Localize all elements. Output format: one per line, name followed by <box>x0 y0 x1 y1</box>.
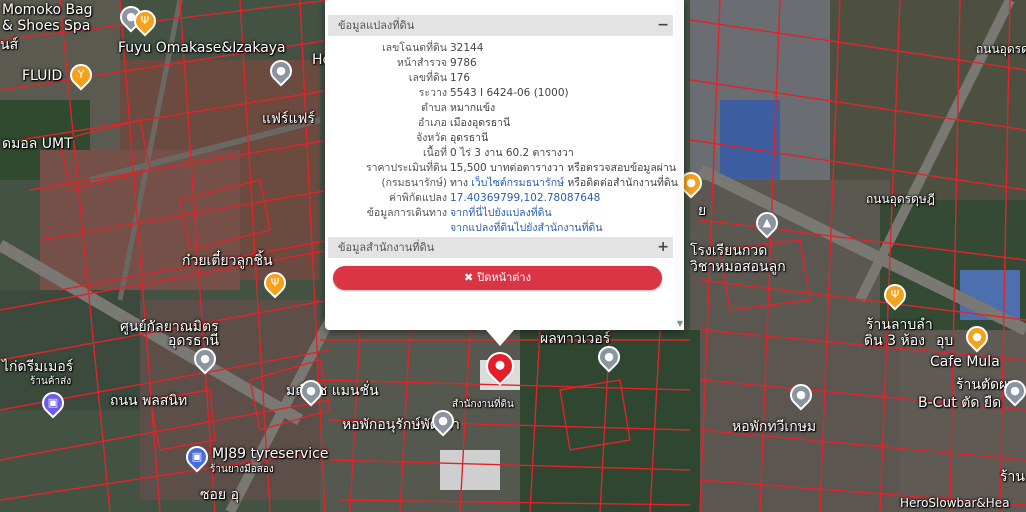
detail-row: เลขโฉนดที่ดิน 32144 <box>328 41 673 56</box>
map-label: MJ89 tyreservice <box>212 446 329 462</box>
office-section-header[interactable]: ข้อมูลสำนักงานที่ดิน + <box>328 237 673 258</box>
coordinate-label: ค่าพิกัดแปลง <box>388 192 447 204</box>
detail-row: ตำบล หมากแข้ง <box>328 101 673 116</box>
detail-label: หน้าสำรวจ <box>397 57 447 69</box>
map-label: แฟร์แฟร์ <box>262 111 315 127</box>
travel-row: ข้อมูลการเดินทาง จากที่นี่ไปยังแปลงที่ดิ… <box>328 206 673 221</box>
parcel-section-title: ข้อมูลแปลงที่ดิน <box>338 19 415 32</box>
popup-pointer <box>486 330 514 346</box>
detail-row: เลขที่ดิน 176 <box>328 71 673 86</box>
map-label: FLUID <box>22 68 63 84</box>
close-window-label: ปิดหน้าต่าง <box>477 271 531 284</box>
coordinate-link[interactable]: 17.40369799,102.78087648 <box>450 191 600 206</box>
detail-value: 9786 <box>450 57 477 69</box>
directions-to-parcel-link[interactable]: จากที่นี่ไปยังแปลงที่ดิน <box>450 206 552 221</box>
detail-label: จังหวัด <box>416 132 447 144</box>
map-label: ย <box>698 203 707 219</box>
parcel-section-header[interactable]: ข้อมูลแปลงที่ดิน − <box>328 15 673 36</box>
detail-row: อำเภอ เมืองอุดรธานี <box>328 116 673 131</box>
map-label: ผลทาวเวอร์ <box>540 331 611 347</box>
price-row: ราคาประเมินที่ดิน 15,500 บาทต่อตารางวา ห… <box>328 161 677 176</box>
map-label: Cafe Mula <box>930 354 1000 370</box>
map-label: ร้านยางมือสอง <box>210 464 274 475</box>
detail-label: เลขที่ดิน <box>408 72 447 84</box>
office-section-title: ข้อมูลสำนักงานที่ดิน <box>338 241 435 254</box>
map-label: ถนน พลสนิท <box>110 393 188 409</box>
map-label: HeroSlowbar&Hea <box>900 496 1010 510</box>
detail-value: 5543 I 6424-06 (1000) <box>450 87 569 99</box>
expand-icon[interactable]: + <box>657 237 669 258</box>
detail-value: 0 ไร่ 3 งาน 60.2 ตารางวา <box>450 147 574 159</box>
close-window-button[interactable]: ✖ ปิดหน้าต่าง <box>333 266 662 290</box>
map-label: นส์ <box>0 37 19 53</box>
map-label: อุบ <box>936 333 954 349</box>
price-source-suffix: หรือติดต่อสำนักงานที่ดิน <box>564 177 678 189</box>
map-label: ดมอล UMT <box>2 136 73 152</box>
map-label: ซอย อุ <box>200 487 239 503</box>
detail-row: จังหวัด อุดรธานี <box>328 131 673 146</box>
coordinate-row: ค่าพิกัดแปลง 17.40369799,102.78087648 <box>328 191 673 206</box>
map-label: Fuyu Omakase&Izakaya <box>118 40 286 56</box>
price-value: 15,500 บาทต่อตารางวา หรือตรวจสอบข้อมูลผ่… <box>450 162 677 174</box>
price-source-prefix: ทาง <box>450 177 472 189</box>
travel-label: ข้อมูลการเดินทาง <box>366 207 447 219</box>
detail-value: 176 <box>450 72 471 84</box>
detail-row: หน้าสำรวจ 9786 <box>328 56 673 71</box>
map-label: อุดรธานี <box>168 333 219 349</box>
directions-to-office-link[interactable]: จากแปลงที่ดินไปยังสำนักงานที่ดิน <box>450 221 603 236</box>
price-row-2: (กรมธนารักษ์) ทาง เว็บไซต์กรมธนารักษ์ หร… <box>328 176 677 191</box>
map-label: หอพักทวีเกษม <box>732 419 817 435</box>
map-label: ร้าน <box>1000 469 1025 485</box>
detail-row: เนื้อที่ 0 ไร่ 3 งาน 60.2 ตารางวา <box>328 146 673 161</box>
map-label: B-Cut ตัด ยืด <box>918 395 1002 411</box>
detail-value: เมืองอุดรธานี <box>450 117 511 129</box>
detail-label: ระวาง <box>418 87 447 99</box>
detail-label: เนื้อที่ <box>423 147 447 159</box>
travel-row-2: จากแปลงที่ดินไปยังสำนักงานที่ดิน <box>328 221 673 236</box>
price-source-label: (กรมธนารักษ์) <box>381 177 447 189</box>
map-label: วิชาหมอสอนลูก <box>690 259 786 275</box>
popup-scrollbar[interactable] <box>675 0 684 330</box>
map-label: ถนนอุดรดุษฎี <box>866 192 935 206</box>
price-source-value: ทาง เว็บไซต์กรมธนารักษ์ หรือติดต่อสำนักง… <box>450 176 678 191</box>
detail-label: เลขโฉนดที่ดิน <box>382 42 447 54</box>
detail-value: หมากแข้ง <box>450 102 496 114</box>
map-label: ก๋วยเตี๋ยวลูกชิ้น <box>182 253 273 269</box>
map-label: Momoko Bag <box>2 2 93 18</box>
collapse-icon[interactable]: − <box>657 15 669 36</box>
map-label: & Shoes Spa <box>2 18 91 34</box>
detail-row: ระวาง 5543 I 6424-06 (1000) <box>328 86 673 101</box>
detail-label: อำเภอ <box>417 117 447 129</box>
map-label: ดิน 3 ห้อง <box>864 333 925 349</box>
map-label: ถนนอุดรดุษฎี <box>976 42 1026 56</box>
scroll-down-icon[interactable]: ▼ <box>677 319 683 328</box>
close-icon: ✖ <box>464 271 474 284</box>
detail-value: 32144 <box>450 42 484 54</box>
treasury-website-link[interactable]: เว็บไซต์กรมธนารักษ์ <box>471 177 564 189</box>
detail-label: ตำบล <box>421 102 447 114</box>
detail-value: อุดรธานี <box>450 132 489 144</box>
map-label: สำนักงานที่ดิน <box>452 399 514 410</box>
map-label: ร้านค้าส่ง <box>30 376 72 387</box>
price-label: ราคาประเมินที่ดิน <box>365 162 447 174</box>
